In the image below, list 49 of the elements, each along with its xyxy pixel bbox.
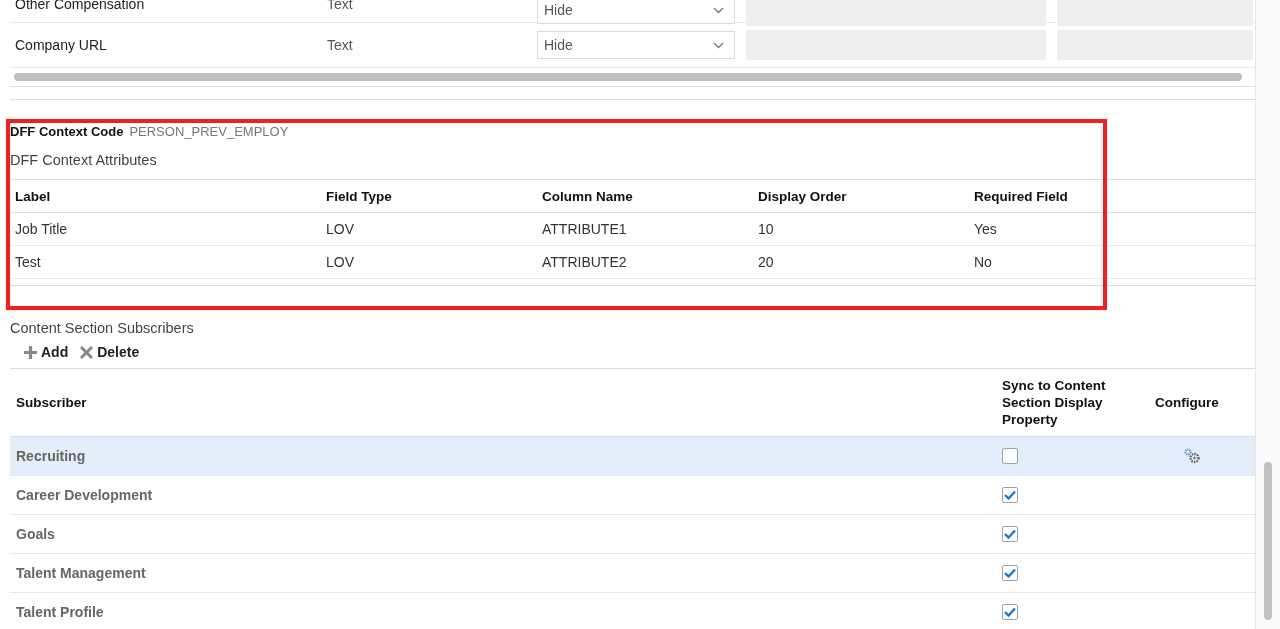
column-header: Sync to Content Section Display Property: [1002, 377, 1107, 428]
checkbox[interactable]: [1002, 604, 1018, 620]
field-type: Text: [327, 37, 354, 53]
vertical-scrollbar[interactable]: [1255, 0, 1280, 629]
column-header: Configure: [1154, 395, 1220, 410]
context-code-value: PERSON_PREV_EMPLOY: [129, 124, 289, 139]
table-cell-text: Job Title: [14, 221, 69, 237]
display-dropdown[interactable]: Hide: [537, 31, 735, 59]
field-type: Text: [327, 0, 354, 12]
subscriber-row[interactable]: Recruiting: [10, 437, 1255, 476]
table-cell-text: 10: [757, 221, 775, 237]
column-header: Required Field: [973, 188, 1069, 204]
table-cell-text: Talent Management: [15, 565, 147, 581]
column-header: Label: [14, 188, 52, 204]
chevron-down-icon: [713, 6, 724, 14]
add-button[interactable]: Add: [24, 344, 69, 360]
field-label: Company URL: [14, 37, 108, 53]
subscriber-row[interactable]: Career Development: [10, 476, 1255, 515]
plus-icon: [24, 345, 37, 359]
table-cell-text: Test: [14, 254, 42, 270]
table-cell-text: 20: [757, 254, 775, 270]
table-cell-text: ATTRIBUTE1: [541, 221, 628, 237]
chevron-down-icon: [713, 41, 724, 49]
subscriber-row[interactable]: Goals: [10, 515, 1255, 554]
display-dropdown[interactable]: Hide: [537, 0, 735, 24]
table-cell-text: Talent Profile: [15, 604, 105, 620]
section-title: Content Section Subscribers: [10, 320, 195, 338]
table-cell-text: Recruiting: [15, 448, 87, 464]
checkbox[interactable]: [1002, 526, 1018, 542]
table-cell-text: Yes: [973, 221, 998, 237]
table-cell-text: No: [973, 254, 993, 270]
checkbox[interactable]: [1002, 565, 1018, 581]
section-title: DFF Context Attributes: [10, 152, 158, 170]
gears-icon[interactable]: [1183, 448, 1201, 464]
checkbox[interactable]: [1002, 487, 1018, 503]
context-code-label: DFF Context Code: [10, 124, 124, 139]
table-cell-text: Goals: [15, 526, 56, 542]
table-cell-text: Career Development: [15, 487, 154, 503]
column-header: Subscriber: [15, 395, 88, 410]
column-header: Column Name: [541, 188, 634, 204]
table-cell-text: ATTRIBUTE2: [541, 254, 628, 270]
subscriber-row[interactable]: Talent Management: [10, 554, 1255, 593]
delete-button[interactable]: Delete: [80, 344, 140, 360]
column-header: Display Order: [757, 188, 848, 204]
table-cell-text: LOV: [325, 221, 355, 237]
close-icon: [80, 345, 94, 359]
column-header: Field Type: [325, 188, 393, 204]
table-cell-text: LOV: [325, 254, 355, 270]
checkbox[interactable]: [1002, 448, 1018, 464]
